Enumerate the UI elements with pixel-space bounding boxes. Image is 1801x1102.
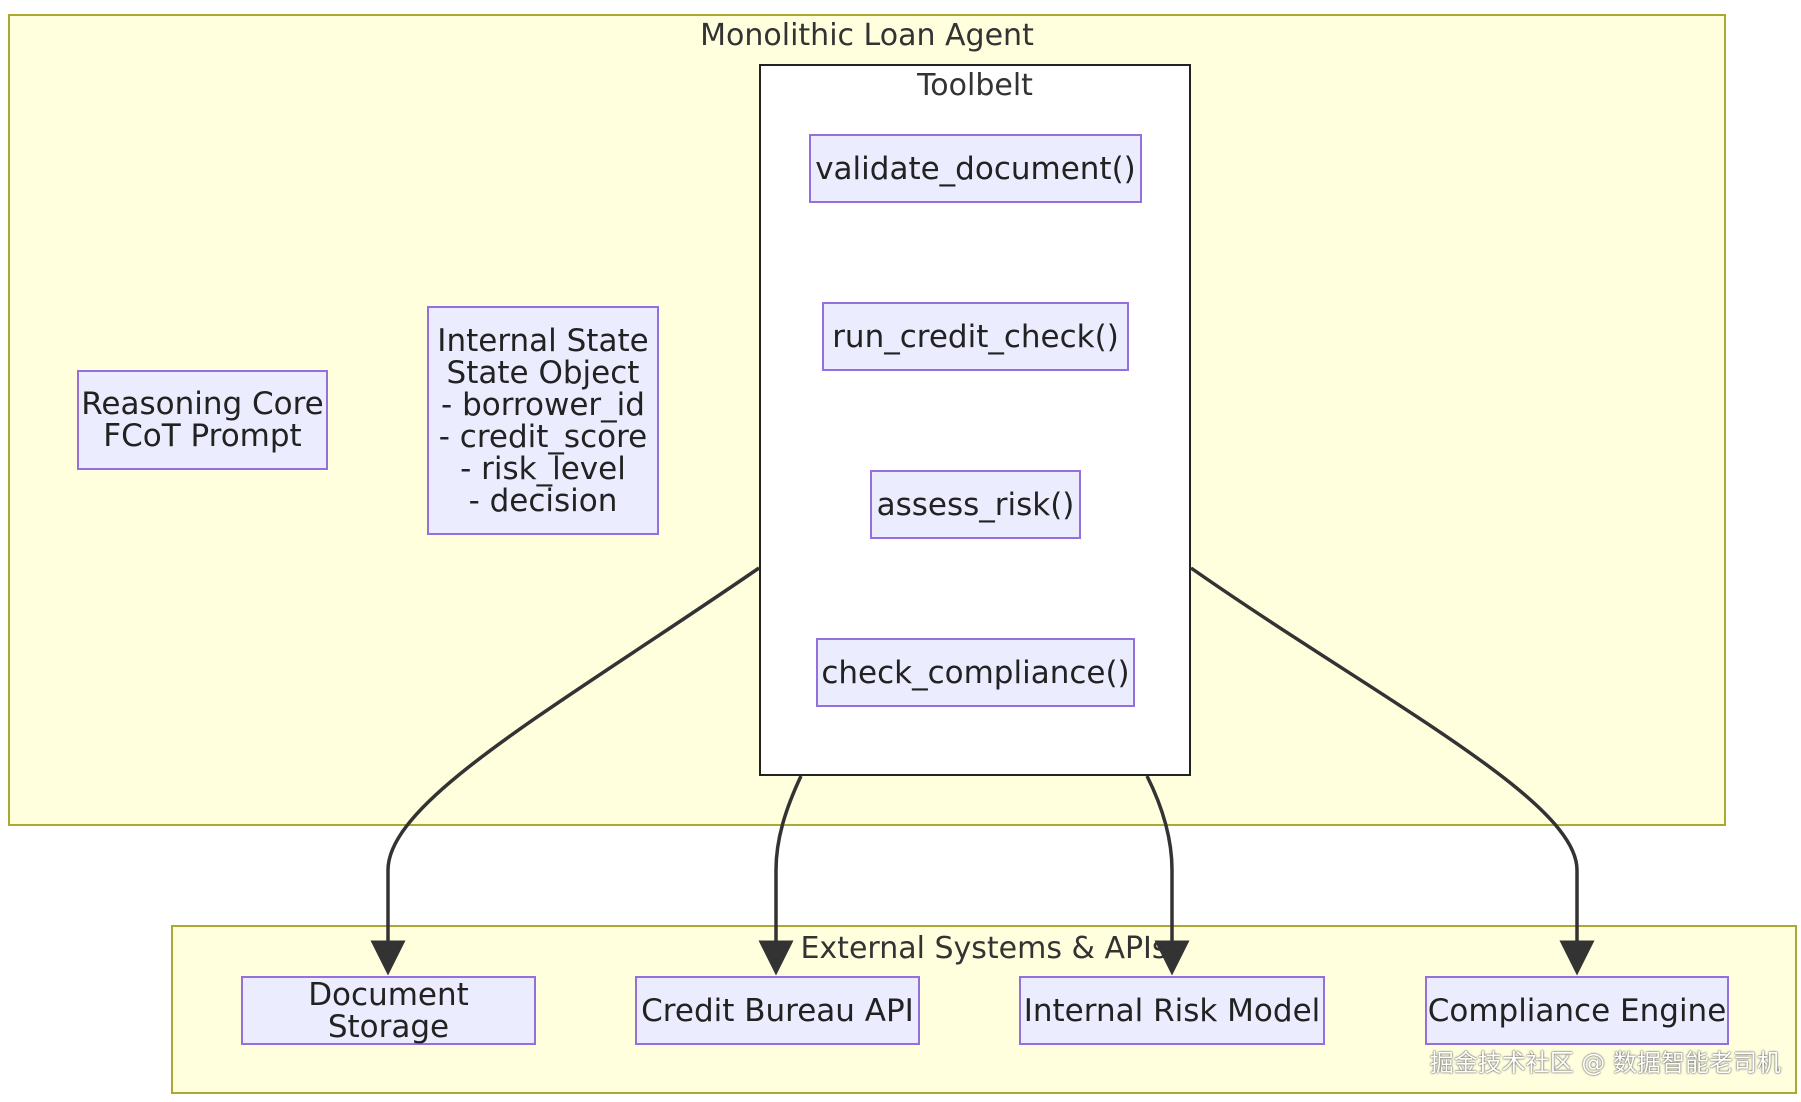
watermark-text: 掘金技术社区 @ 数据智能老司机 bbox=[1429, 1049, 1781, 1077]
node-run-credit-check: run_credit_check() bbox=[822, 302, 1129, 371]
node-compliance-engine: Compliance Engine bbox=[1425, 976, 1729, 1045]
node-validate-document: validate_document() bbox=[809, 134, 1142, 203]
node-check-compliance: check_compliance() bbox=[816, 638, 1135, 707]
cluster-title-toolbelt: Toolbelt bbox=[917, 68, 1033, 103]
node-internal-risk-model: Internal Risk Model bbox=[1019, 976, 1325, 1045]
node-reasoning-core: Reasoning Core FCoT Prompt bbox=[77, 370, 328, 470]
node-document-storage: Document Storage bbox=[241, 976, 536, 1045]
cluster-title-external: External Systems & APIs bbox=[800, 931, 1168, 966]
diagram-canvas: Monolithic Loan Agent External Systems &… bbox=[0, 0, 1801, 1102]
node-assess-risk: assess_risk() bbox=[870, 470, 1081, 539]
node-credit-bureau-api: Credit Bureau API bbox=[635, 976, 920, 1045]
node-internal-state: Internal State State Object - borrower_i… bbox=[427, 306, 659, 535]
cluster-title-agent: Monolithic Loan Agent bbox=[700, 18, 1034, 53]
